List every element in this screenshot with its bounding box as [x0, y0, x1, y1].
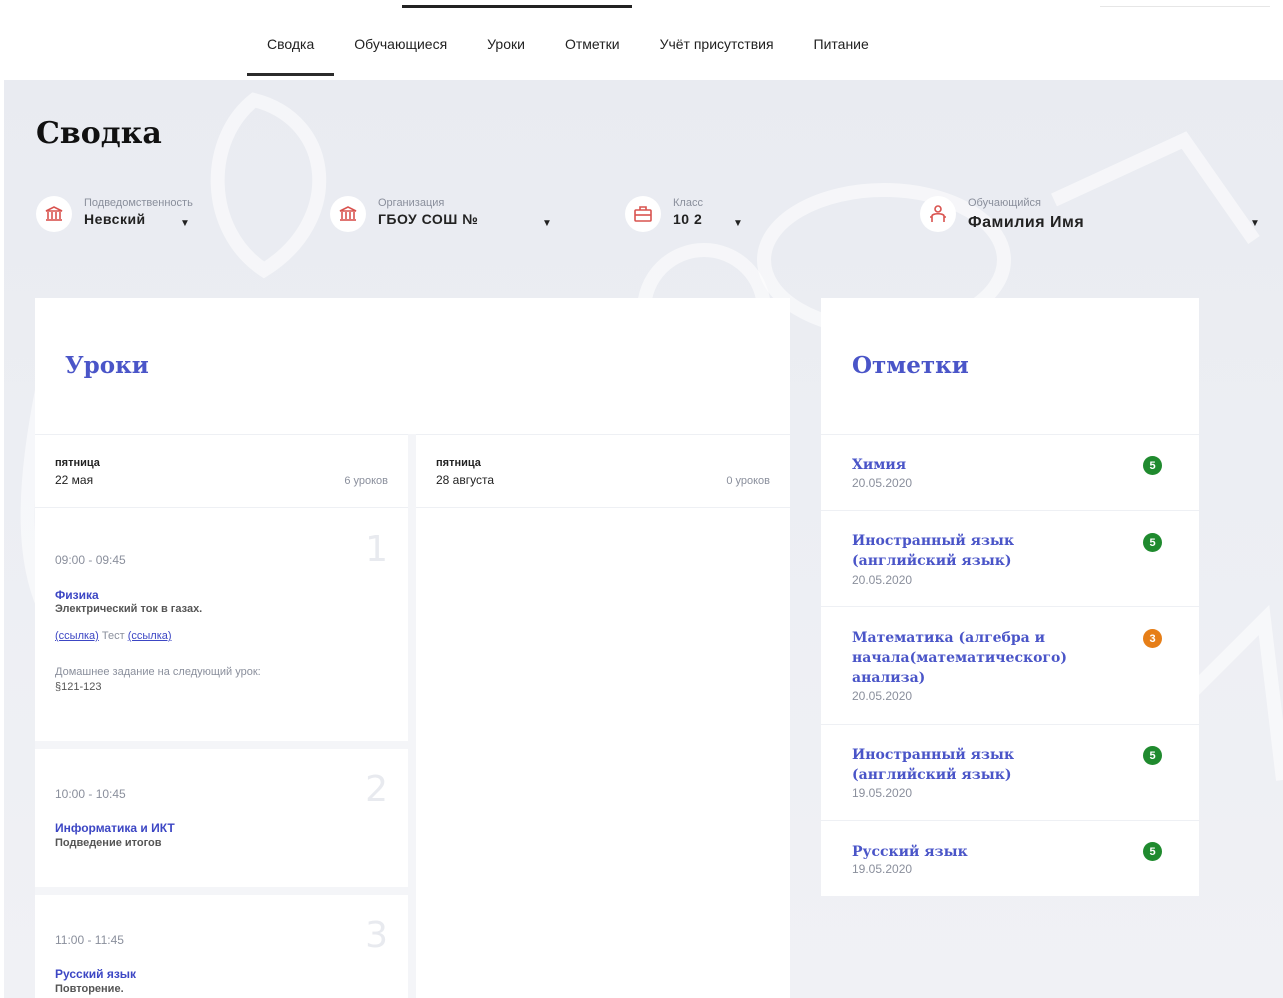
lesson-subject[interactable]: Информатика и ИКТ — [55, 821, 175, 835]
lessons-card-title[interactable]: Уроки — [65, 352, 149, 379]
test-link[interactable]: (ссылка) — [128, 630, 172, 642]
lesson-item: 1 09:00 - 09:45 Физика Электрический ток… — [35, 509, 408, 749]
mark-badge: 5 — [1143, 533, 1162, 552]
mark-badge: 5 — [1143, 456, 1162, 475]
tabs: Сводка Обучающиеся Уроки Отметки Учёт пр… — [247, 26, 889, 76]
caret-down-icon: ▼ — [542, 218, 552, 229]
day-weekday: пятница — [436, 457, 481, 469]
bank-building-icon — [330, 196, 366, 232]
mark-date: 19.05.2020 — [852, 862, 913, 876]
mark-subject[interactable]: Иностранный язык (английский язык) — [852, 531, 1112, 571]
mark-item: Иностранный язык (английский язык) 20.05… — [821, 510, 1199, 606]
tab-lessons[interactable]: Уроки — [467, 26, 545, 76]
filter-student-caption: Обучающийся — [968, 197, 1042, 209]
filter-student-value: Фамилия Имя — [968, 214, 1085, 231]
column-divider — [408, 434, 416, 998]
tab-students[interactable]: Обучающиеся — [334, 26, 467, 76]
material-link[interactable]: (ссылка) — [55, 630, 99, 642]
mark-badge: 5 — [1143, 746, 1162, 765]
filter-class-value: 10 2 — [673, 211, 703, 227]
page-title: Сводка — [36, 116, 162, 151]
mark-badge: 3 — [1143, 629, 1162, 648]
tab-attendance[interactable]: Учёт присутствия — [640, 26, 794, 76]
top-navigation: Сводка Обучающиеся Уроки Отметки Учёт пр… — [0, 0, 1283, 80]
lesson-item: 2 10:00 - 10:45 Информатика и ИКТ Подвед… — [35, 749, 408, 895]
mark-item: Русский язык 19.05.2020 5 — [821, 820, 1199, 896]
day-date: 22 мая — [55, 473, 94, 487]
mark-subject[interactable]: Химия — [852, 455, 1112, 475]
mark-date: 20.05.2020 — [852, 573, 913, 587]
filter-organization-value: ГБОУ СОШ № — [378, 211, 479, 227]
marks-card: Отметки Химия 20.05.2020 5 Иностранный я… — [821, 298, 1199, 896]
lesson-time: 10:00 - 10:45 — [55, 787, 126, 801]
bank-building-icon — [36, 196, 72, 232]
mark-item: Химия 20.05.2020 5 — [821, 434, 1199, 510]
top-divider — [1100, 6, 1270, 7]
link-separator-text: Тест — [98, 630, 128, 642]
mark-badge: 5 — [1143, 842, 1162, 861]
marks-card-title[interactable]: Отметки — [852, 352, 969, 379]
tab-summary[interactable]: Сводка — [247, 26, 335, 76]
mark-date: 20.05.2020 — [852, 689, 913, 703]
filter-class[interactable]: Класс 10 2 ▼ — [625, 196, 743, 240]
lesson-subject[interactable]: Физика — [55, 588, 99, 602]
filter-class-caption: Класс — [673, 197, 703, 209]
mark-date: 20.05.2020 — [852, 476, 913, 490]
day-date: 28 августа — [436, 473, 495, 487]
mark-date: 19.05.2020 — [852, 786, 913, 800]
lesson-subject[interactable]: Русский язык — [55, 967, 136, 981]
mark-subject[interactable]: Иностранный язык (английский язык) — [852, 745, 1112, 785]
day-lesson-count: 6 уроков — [344, 475, 388, 487]
homework-text: §121-123 — [55, 681, 102, 693]
briefcase-icon — [625, 196, 661, 232]
filter-district[interactable]: Подведомственность Невский ▼ — [36, 196, 193, 240]
mark-subject[interactable]: Русский язык — [852, 842, 1112, 862]
lesson-number: 3 — [365, 915, 388, 956]
tab-marks[interactable]: Отметки — [545, 26, 640, 76]
mark-item: Иностранный язык (английский язык) 19.05… — [821, 724, 1199, 820]
day-lesson-count: 0 уроков — [726, 475, 770, 487]
mark-subject[interactable]: Математика (алгебра и начала(математичес… — [852, 628, 1102, 688]
lessons-card: Уроки пятница 22 мая 6 уроков пятница 28… — [35, 298, 790, 998]
filter-organization[interactable]: Организация ГБОУ СОШ № ▼ — [330, 196, 552, 240]
lesson-time: 09:00 - 09:45 — [55, 553, 126, 567]
day-header: пятница 28 августа 0 уроков — [416, 434, 790, 508]
homework-label: Домашнее задание на следующий урок: — [55, 666, 261, 678]
lesson-topic: Электрический ток в газах. — [55, 603, 203, 615]
filter-student[interactable]: Обучающийся Фамилия Имя ▼ — [920, 196, 1270, 240]
top-accent-line — [402, 5, 632, 8]
caret-down-icon: ▼ — [1250, 218, 1260, 229]
lesson-time: 11:00 - 11:45 — [55, 933, 124, 947]
filter-district-value: Невский — [84, 211, 146, 227]
lesson-item: 3 11:00 - 11:45 Русский язык Повторение. — [35, 895, 408, 998]
lesson-number: 1 — [365, 529, 388, 570]
filter-organization-caption: Организация — [378, 197, 445, 209]
lesson-links: (ссылка) Тест (ссылка) — [55, 630, 172, 642]
caret-down-icon: ▼ — [733, 218, 743, 229]
lesson-topic: Подведение итогов — [55, 837, 162, 849]
lesson-topic: Повторение. — [55, 983, 124, 995]
day-header: пятница 22 мая 6 уроков — [35, 434, 408, 508]
day-weekday: пятница — [55, 457, 100, 469]
lesson-number: 2 — [365, 769, 388, 810]
person-icon — [920, 196, 956, 232]
filter-district-caption: Подведомственность — [84, 197, 193, 209]
mark-item: Математика (алгебра и начала(математичес… — [821, 606, 1199, 724]
tab-meals[interactable]: Питание — [794, 26, 889, 76]
caret-down-icon: ▼ — [180, 218, 190, 229]
